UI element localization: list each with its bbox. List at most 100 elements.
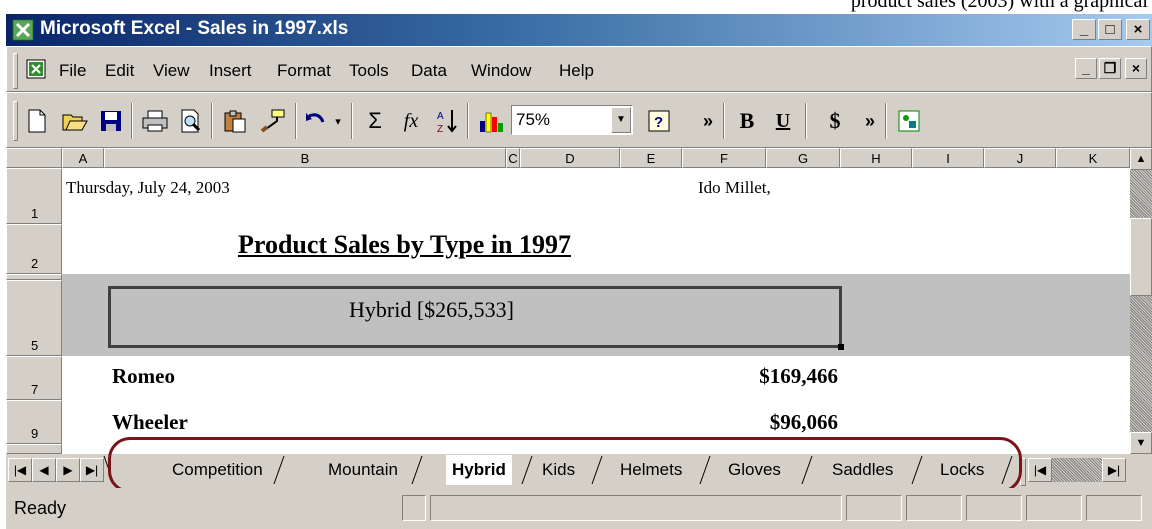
toolbar-separator [805, 103, 807, 139]
workbook-icon[interactable] [25, 58, 47, 80]
product-name: Romeo [112, 364, 175, 388]
workbook-close-button[interactable]: × [1125, 58, 1147, 79]
tab-saddles[interactable]: Saddles [832, 455, 893, 485]
row-header-5[interactable]: 5 [6, 280, 62, 356]
column-header-b[interactable]: B [104, 148, 506, 168]
group-header-box[interactable]: Hybrid [$265,533] [108, 286, 842, 348]
svg-text:?: ? [654, 114, 663, 131]
tab-split-handle[interactable] [1020, 458, 1026, 486]
toolbar-separator [467, 103, 469, 139]
scroll-thumb[interactable] [1130, 218, 1152, 296]
menu-edit[interactable]: Edit [105, 61, 134, 81]
paste-icon[interactable] [219, 105, 251, 137]
column-header-e[interactable]: E [620, 148, 682, 168]
row-header-2[interactable]: 2 [6, 224, 62, 274]
column-header-h[interactable]: H [840, 148, 912, 168]
report-author: Ido Millet, [698, 178, 771, 197]
status-panel [430, 495, 842, 521]
menu-file[interactable]: File [59, 61, 86, 81]
worksheet-grid[interactable]: A B C D E F G H I J K 1 2 5 7 9 Thursday… [6, 148, 1130, 454]
menu-window[interactable]: Window [471, 61, 531, 81]
tab-mountain[interactable]: Mountain [328, 455, 398, 485]
workbook-restore-button[interactable]: ❐ [1099, 58, 1121, 79]
hscroll-right-icon[interactable]: ▶| [1102, 458, 1126, 482]
maximize-button[interactable]: □ [1098, 19, 1122, 40]
drawing-icon[interactable] [893, 105, 925, 137]
row-header-9[interactable]: 9 [6, 400, 62, 444]
help-icon[interactable]: ? [643, 105, 675, 137]
format-painter-icon[interactable] [257, 105, 289, 137]
undo-dropdown-icon[interactable]: ▾ [329, 105, 347, 137]
open-icon[interactable] [59, 105, 91, 137]
status-panel [402, 495, 426, 521]
toolbar-more-icon[interactable]: » [697, 105, 719, 137]
save-icon[interactable] [95, 105, 127, 137]
sort-ascending-icon[interactable]: AZ [431, 105, 463, 137]
minimize-button[interactable]: _ [1072, 19, 1096, 40]
row-header-7[interactable]: 7 [6, 356, 62, 400]
function-icon[interactable]: fx [395, 105, 427, 137]
column-header-d[interactable]: D [520, 148, 620, 168]
print-preview-icon[interactable] [175, 105, 207, 137]
zoom-dropdown-icon[interactable]: ▼ [611, 107, 631, 133]
scroll-track[interactable] [1130, 170, 1152, 432]
menu-help[interactable]: Help [559, 61, 594, 81]
select-all-corner[interactable] [6, 148, 62, 168]
hscroll-track[interactable] [1052, 458, 1102, 482]
toolbar-grip[interactable] [13, 101, 18, 141]
caption-strip: product sales (2003) with a graphical [0, 0, 1152, 14]
zoom-value: 75% [516, 110, 551, 129]
next-sheet-icon[interactable]: ▶ [56, 458, 80, 482]
tab-competition[interactable]: Competition [172, 455, 263, 485]
currency-button[interactable]: $ [819, 105, 851, 137]
tab-hybrid[interactable]: Hybrid [446, 455, 512, 485]
tab-locks[interactable]: Locks [940, 455, 984, 485]
hscroll-left-icon[interactable]: |◀ [1028, 458, 1052, 482]
tab-gloves[interactable]: Gloves [728, 455, 781, 485]
print-icon[interactable] [139, 105, 171, 137]
excel-app-icon[interactable] [12, 19, 34, 41]
column-header-a[interactable]: A [62, 148, 104, 168]
row-header-1[interactable]: 1 [6, 168, 62, 224]
menu-grip[interactable] [13, 53, 18, 89]
fill-handle[interactable] [838, 344, 844, 350]
status-text: Ready [14, 498, 67, 518]
menu-data[interactable]: Data [411, 61, 447, 81]
column-headers: A B C D E F G H I J K [6, 148, 1130, 168]
vertical-scrollbar[interactable]: ▲ ▼ [1130, 148, 1152, 454]
column-header-c[interactable]: C [506, 148, 520, 168]
menu-format[interactable]: Format [277, 61, 331, 81]
column-header-k[interactable]: K [1056, 148, 1130, 168]
toolbar-separator [131, 103, 133, 139]
status-bar: Ready [6, 488, 1152, 529]
underline-button[interactable]: U [767, 105, 799, 137]
column-header-j[interactable]: J [984, 148, 1056, 168]
close-button[interactable]: × [1126, 19, 1150, 40]
toolbar-more-icon[interactable]: » [859, 105, 881, 137]
scroll-down-icon[interactable]: ▼ [1130, 432, 1152, 454]
column-header-f[interactable]: F [682, 148, 766, 168]
autosum-icon[interactable]: Σ [359, 105, 391, 137]
status-panel [906, 495, 962, 521]
product-name: Wheeler [112, 410, 188, 434]
window-title: Microsoft Excel - Sales in 1997.xls [40, 18, 349, 39]
tab-kids[interactable]: Kids [542, 455, 575, 485]
column-header-g[interactable]: G [766, 148, 840, 168]
bold-button[interactable]: B [731, 105, 763, 137]
menu-tools[interactable]: Tools [349, 61, 389, 81]
menu-insert[interactable]: Insert [209, 61, 252, 81]
column-header-i[interactable]: I [912, 148, 984, 168]
row-header-partial[interactable] [6, 444, 62, 454]
last-sheet-icon[interactable]: ▶| [80, 458, 104, 482]
chart-wizard-icon[interactable] [475, 105, 507, 137]
scroll-up-icon[interactable]: ▲ [1130, 148, 1152, 170]
prev-sheet-icon[interactable]: ◀ [32, 458, 56, 482]
tab-helmets[interactable]: Helmets [620, 455, 682, 485]
workbook-minimize-button[interactable]: _ [1075, 58, 1097, 79]
first-sheet-icon[interactable]: |◀ [8, 458, 32, 482]
menu-bar: File Edit View Insert Format Tools Data … [6, 46, 1152, 92]
new-icon[interactable] [21, 105, 53, 137]
undo-icon[interactable] [303, 105, 329, 137]
zoom-combobox[interactable]: 75% ▼ [511, 105, 633, 135]
menu-view[interactable]: View [153, 61, 190, 81]
